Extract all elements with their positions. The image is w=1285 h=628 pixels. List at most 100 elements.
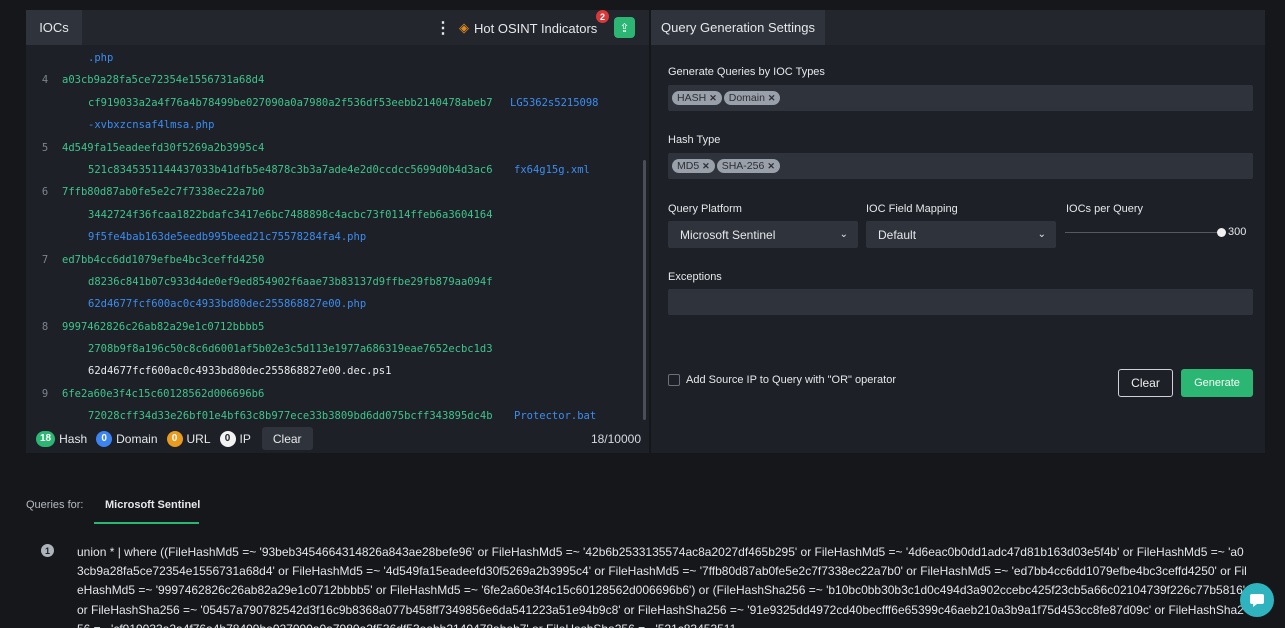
ioc-panel: IOCs ⋮ ◈ Hot OSINT Indicators 2 ⇪ .php 4 a… — [26, 10, 649, 453]
selected-chip[interactable]: SHA-256 ✕ — [716, 159, 780, 173]
query-platform-value: Microsoft Sentinel — [680, 227, 776, 242]
slider-handle[interactable] — [1217, 228, 1226, 237]
md5-hash: 6fe2a60e3f4c15c60128562d006696b6 — [62, 387, 265, 400]
exceptions-label: Exceptions — [668, 271, 722, 283]
iocs-per-query-slider[interactable] — [1065, 232, 1221, 233]
editor-line: -xvbxzcnsaf4lmsa.php — [26, 114, 642, 136]
close-icon[interactable]: ✕ — [702, 161, 710, 172]
exceptions-input[interactable] — [668, 289, 1253, 315]
chat-support-button[interactable] — [1240, 583, 1274, 617]
hot-osint-indicators-button[interactable]: ◈ Hot OSINT Indicators — [459, 16, 603, 40]
editor-line: 9 6fe2a60e3f4c15c60128562d006696b6 — [26, 383, 642, 405]
md5-hash: 7ffb80d87ab0fe5e2c7f7338ec22a7b0 — [62, 186, 265, 199]
ioc-types-label: Generate Queries by IOC Types — [668, 66, 825, 78]
active-tab-indicator — [94, 522, 199, 524]
hash-type-multiselect[interactable]: MD5 ✕ SHA-256 ✕ — [668, 153, 1253, 179]
clear-button[interactable]: Clear — [1118, 369, 1173, 397]
close-icon[interactable]: ✕ — [768, 93, 776, 104]
sha256-hash: 3442724f36fcaa1822bdafc3417e6bc7488898c4… — [88, 208, 493, 221]
chat-icon — [1250, 594, 1264, 607]
url-label: URL — [186, 431, 211, 446]
md5-hash: ed7bb4cc6dd1079efbe4bc3ceffd4250 — [62, 253, 265, 266]
chevron-down-icon: ⌄ — [1037, 229, 1046, 240]
generate-button[interactable]: Generate — [1181, 369, 1253, 397]
hash-label: Hash — [59, 431, 88, 446]
selected-chip[interactable]: HASH ✕ — [672, 91, 722, 105]
selected-chip[interactable]: Domain ✕ — [723, 91, 781, 105]
cloud-upload-icon[interactable]: ⇪ — [614, 17, 635, 38]
url-count-badge: 0 — [166, 430, 183, 447]
file-name: LG5362s5215098 — [510, 96, 599, 109]
sha256-hash: d8236c841b07c933d4de0ef9ed854902f6aae73b… — [88, 275, 493, 288]
file-name: 9f5fe4bab163de5eedb995beed21c75578284fa4… — [88, 231, 367, 244]
sha256-hash: 2708b9f8a196c50c8c6d6001af5b02e3c5d113e1… — [88, 343, 493, 356]
editor-line: 8 9997462826c26ab82a29e1c0712bbbb5 — [26, 316, 642, 338]
file-name: Protector.bat — [514, 410, 597, 419]
editor-line: 62d4677fcf600ac0c4933bd80dec255868827e00… — [26, 360, 642, 382]
editor-line: .php — [26, 47, 642, 69]
editor-line: cf919033a2a4f76a4b78499be027090a0a7980a2… — [26, 92, 642, 114]
md5-hash: a03cb9a28fa5ce72354e1556731a68d4 — [62, 74, 265, 87]
domain-label: Domain — [116, 431, 158, 446]
file-name: fx64g15g.xml — [514, 163, 590, 176]
line-number: 7 — [41, 253, 49, 266]
iocs-per-query-value: 300 — [1228, 226, 1247, 238]
ioc-panel-header: IOCs ⋮ ◈ Hot OSINT Indicators 2 ⇪ — [26, 10, 649, 45]
editor-line: 62d4677fcf600ac0c4933bd80dec255868827e00… — [26, 293, 642, 315]
editor-line: 9f5fe4bab163de5eedb995beed21c75578284fa4… — [26, 226, 642, 248]
tab-microsoft-sentinel[interactable]: Microsoft Sentinel — [105, 499, 200, 511]
file-name: 62d4677fcf600ac0c4933bd80dec255868827e00… — [88, 298, 367, 311]
ioc-types-multiselect[interactable]: HASH ✕ Domain ✕ — [668, 85, 1253, 111]
hash-type-label: Hash Type — [668, 134, 721, 146]
editor-line: 2708b9f8a196c50c8c6d6001af5b02e3c5d113e1… — [26, 338, 642, 360]
queries-tabs: Queries for: Microsoft Sentinel — [26, 493, 1266, 524]
url-count[interactable]: 0 URL — [166, 430, 211, 447]
line-number: 5 — [41, 141, 49, 154]
sha256-hash: 72028cff34d33e26bf01e4bf63c8b977ece33b38… — [88, 410, 493, 419]
tab-iocs[interactable]: IOCs — [26, 10, 82, 45]
line-number: 9 — [41, 387, 49, 400]
ioc-field-mapping-select[interactable]: Default ⌄ — [866, 221, 1056, 248]
file-name: -xvbxzcnsaf4lmsa.php — [88, 119, 215, 132]
file-name: 62d4677fcf600ac0c4933bd80dec255868827e00… — [88, 365, 392, 378]
query-output: 1 union * | where ((FileHashMd5 =~ '93be… — [26, 540, 1266, 628]
file-name: .php — [88, 52, 114, 64]
query-platform-select[interactable]: Microsoft Sentinel ⌄ — [668, 221, 858, 248]
ioc-editor[interactable]: .php 4 a03cb9a28fa5ce72354e1556731a68d4 cf9… — [26, 47, 642, 419]
query-text[interactable]: union * | where ((FileHashMd5 =~ '93beb3… — [77, 543, 1247, 628]
editor-line: 72028cff34d33e26bf01e4bf63c8b977ece33b38… — [26, 405, 642, 419]
chip-label: HASH — [677, 92, 707, 104]
iocs-per-query-label: IOCs per Query — [1066, 203, 1144, 215]
line-number: 8 — [41, 320, 49, 333]
editor-line: 3442724f36fcaa1822bdafc3417e6bc7488898c4… — [26, 204, 642, 226]
notification-badge: 2 — [596, 10, 609, 23]
source-ip-label: Add Source IP to Query with "OR" operato… — [686, 374, 896, 386]
domain-count[interactable]: 0 Domain — [96, 430, 158, 447]
ip-label: IP — [239, 431, 251, 446]
close-icon[interactable]: ✕ — [709, 93, 717, 104]
tab-query-generation-settings[interactable]: Query Generation Settings — [651, 10, 825, 45]
ioc-field-mapping-label: IOC Field Mapping — [866, 203, 958, 215]
line-number: 4 — [41, 74, 49, 87]
domain-count-badge: 0 — [96, 430, 113, 447]
ip-count-badge: 0 — [219, 430, 236, 447]
fire-icon: ◈ — [459, 20, 469, 35]
chip-label: Domain — [728, 92, 765, 104]
editor-scrollbar[interactable] — [643, 160, 646, 420]
more-options-icon[interactable]: ⋮ — [433, 18, 453, 38]
sha256-hash: 521c8345351144437033b41dfb5e4878c3b3a7ad… — [88, 163, 493, 176]
selected-chip[interactable]: MD5 ✕ — [672, 159, 715, 173]
hash-count-badge: 18 — [36, 430, 56, 447]
clear-iocs-button[interactable]: Clear — [261, 427, 313, 450]
editor-line: 7 ed7bb4cc6dd1079efbe4bc3ceffd4250 — [26, 249, 642, 271]
source-ip-checkbox[interactable] — [668, 374, 680, 386]
chip-label: MD5 — [677, 160, 700, 172]
ip-count[interactable]: 0 IP — [219, 430, 251, 447]
editor-line: 6 7ffb80d87ab0fe5e2c7f7338ec22a7b0 — [26, 181, 642, 203]
close-icon[interactable]: ✕ — [767, 161, 775, 172]
editor-line: 4 a03cb9a28fa5ce72354e1556731a68d4 — [26, 69, 642, 91]
ioc-counter: 18/10000 — [590, 431, 641, 446]
hot-osint-label: Hot OSINT Indicators — [474, 20, 598, 36]
md5-hash: 9997462826c26ab82a29e1c0712bbbb5 — [62, 320, 265, 333]
hash-count[interactable]: 18 Hash — [36, 430, 88, 447]
